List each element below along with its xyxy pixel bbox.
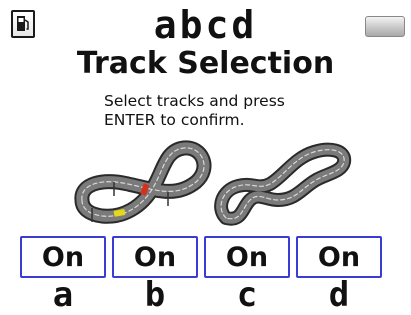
- instructions: Select tracks and press ENTER to confirm…: [104, 92, 344, 130]
- instructions-line-1: Select tracks and press: [104, 92, 285, 110]
- toggle-button-d[interactable]: On: [296, 236, 382, 278]
- toggle-button-a[interactable]: On: [20, 236, 106, 278]
- toggle-button-c[interactable]: On: [204, 236, 290, 278]
- lane-title: abcd: [153, 3, 258, 47]
- lane-label-a: a: [52, 275, 74, 315]
- lane-toggle-row: On On On On: [20, 236, 382, 278]
- lane-label-c: c: [236, 275, 258, 315]
- lane-label-row: a b c d: [20, 276, 382, 314]
- lane-label-d: d: [328, 275, 350, 315]
- lane-label-b: b: [144, 275, 166, 315]
- instructions-line-2: ENTER to confirm.: [104, 111, 245, 129]
- page-title: Track Selection: [76, 46, 335, 81]
- winding-track-icon[interactable]: [212, 138, 354, 230]
- battery-icon: [365, 16, 405, 37]
- figure-eight-track-icon[interactable]: [72, 138, 214, 230]
- toggle-button-b[interactable]: On: [112, 236, 198, 278]
